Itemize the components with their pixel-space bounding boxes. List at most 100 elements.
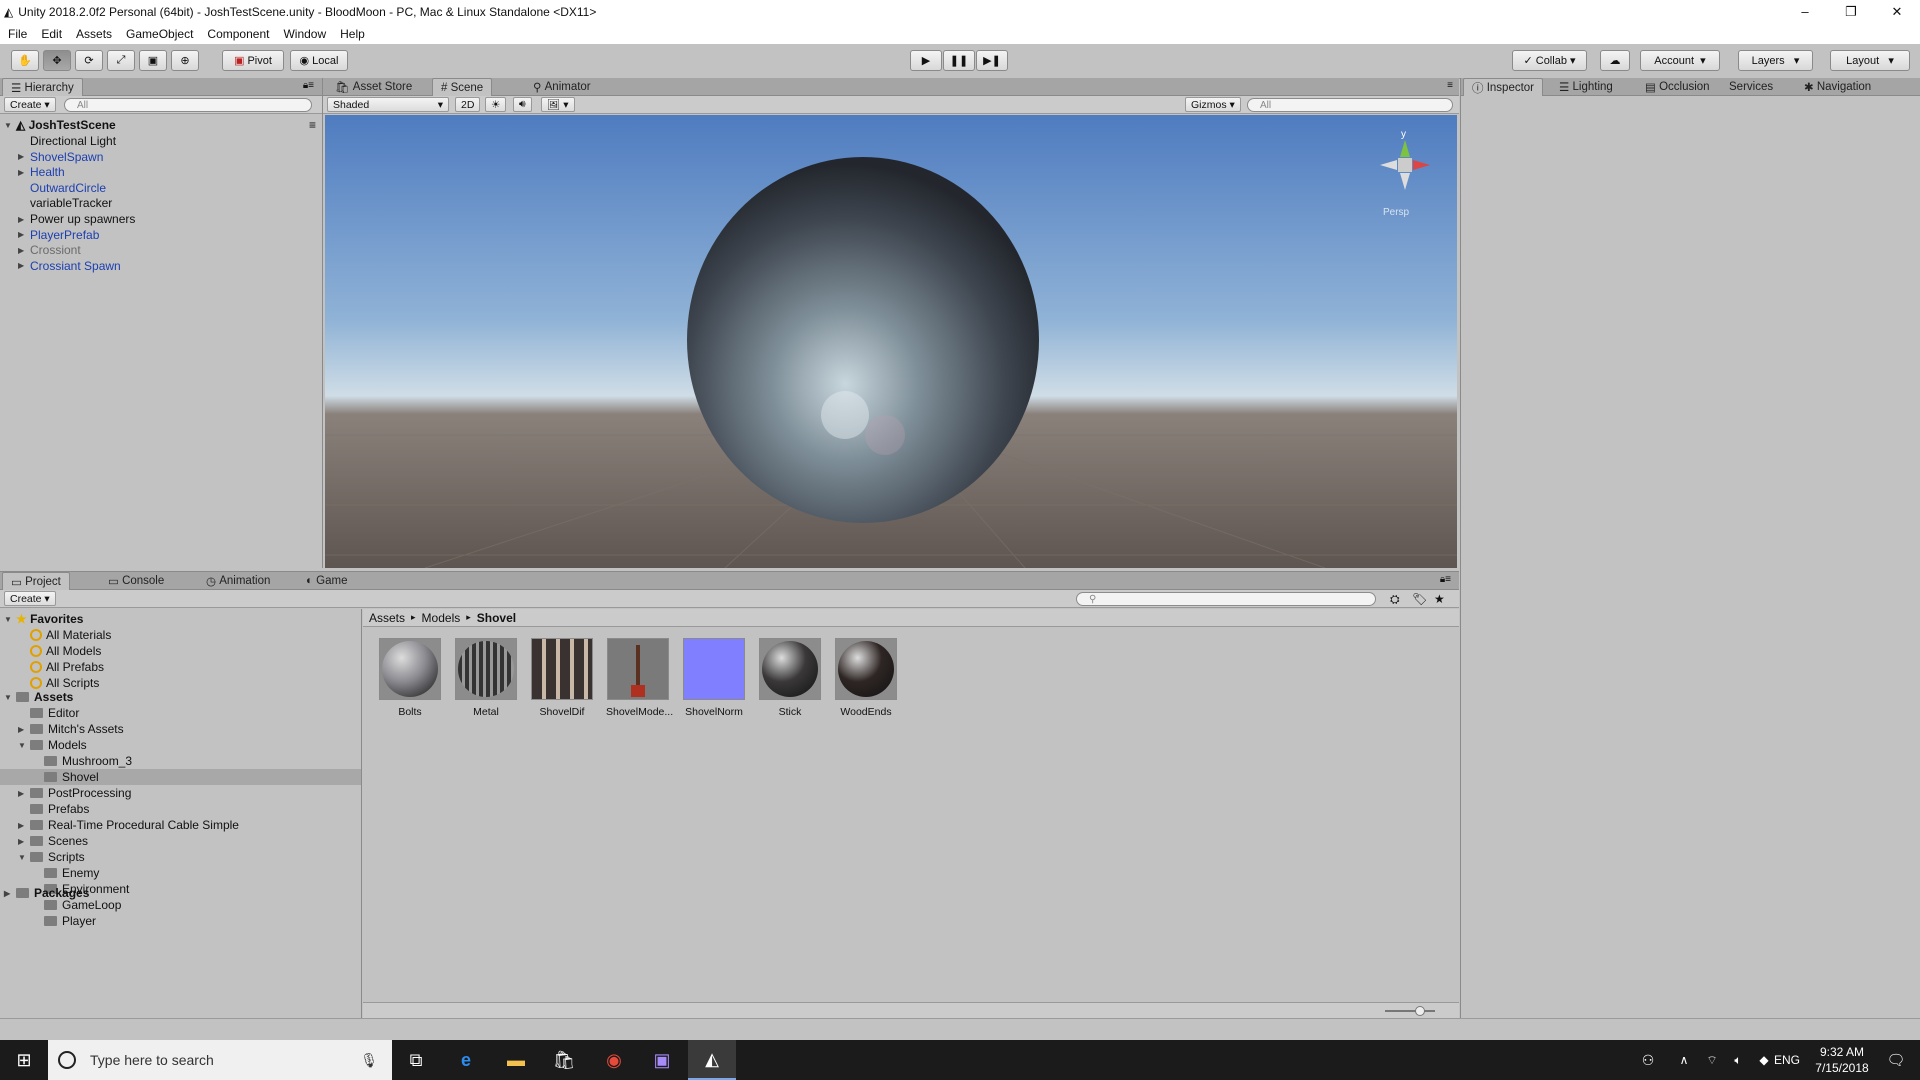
tab-lighting[interactable]: ☰ Lighting bbox=[1551, 78, 1621, 96]
scene-root-row[interactable]: ▼ ◭ JoshTestScene ≡ bbox=[0, 117, 322, 133]
expand-arrow-icon[interactable]: ▶ bbox=[18, 215, 30, 224]
tab-occlusion[interactable]: ▤ Occlusion bbox=[1637, 78, 1718, 96]
task-view-icon[interactable]: ⧉ bbox=[392, 1040, 440, 1080]
project-tree-item[interactable]: ▼ Models bbox=[0, 737, 361, 753]
hierarchy-item[interactable]: OutwardCircle bbox=[0, 180, 322, 196]
project-tree-item[interactable]: ▶ Scenes bbox=[0, 833, 361, 849]
menu-edit[interactable]: Edit bbox=[41, 27, 62, 41]
filter-label-icon[interactable]: 🏷︎ bbox=[1412, 592, 1427, 606]
project-tree-item[interactable]: ▼ Scripts bbox=[0, 849, 361, 865]
expand-arrow-icon[interactable]: ▶ bbox=[18, 725, 30, 734]
hierarchy-search-input[interactable]: All bbox=[64, 98, 312, 112]
local-button[interactable]: ◉ Local bbox=[290, 50, 348, 71]
edge-icon[interactable]: e bbox=[442, 1040, 490, 1080]
project-tree-item[interactable]: Enemy bbox=[0, 865, 361, 881]
gizmos-dropdown[interactable]: Gizmos ▾ bbox=[1185, 97, 1241, 112]
asset-item[interactable]: Stick bbox=[758, 638, 822, 718]
audio-toggle-icon[interactable]: 🔊︎ bbox=[513, 97, 532, 112]
scene-menu-icon[interactable]: ≡ bbox=[1447, 80, 1453, 91]
persp-label[interactable]: Persp bbox=[1383, 207, 1410, 218]
transform-tool-icon[interactable]: ⊕ bbox=[171, 50, 199, 71]
expand-arrow-icon[interactable]: ▼ bbox=[18, 853, 30, 862]
pivot-button[interactable]: ▣ Pivot bbox=[222, 50, 284, 71]
project-lock-icon[interactable]: 🔒︎≡ bbox=[1440, 574, 1451, 585]
tab-console[interactable]: ▭ Console bbox=[100, 572, 172, 590]
favorites-item[interactable]: All Models bbox=[0, 643, 361, 659]
project-search-input[interactable]: ⚲ bbox=[1076, 592, 1376, 606]
asset-item[interactable]: ShovelDif bbox=[530, 638, 594, 718]
restore-button[interactable]: ❐ bbox=[1828, 0, 1874, 23]
hierarchy-item[interactable]: ▶ Power up spawners bbox=[0, 211, 322, 227]
project-tree-item[interactable]: ▶ PostProcessing bbox=[0, 785, 361, 801]
lock-icon[interactable]: 🔒︎≡ bbox=[303, 80, 314, 91]
tab-animator[interactable]: ⚲ Animator bbox=[525, 78, 599, 96]
expand-arrow-icon[interactable]: ▶ bbox=[18, 230, 30, 239]
step-button[interactable]: ▶❚ bbox=[976, 50, 1008, 71]
asset-item[interactable]: WoodEnds bbox=[834, 638, 898, 718]
effects-dropdown-icon[interactable]: 🖼︎ ▾ bbox=[541, 97, 575, 112]
project-create-button[interactable]: Create ▾ bbox=[4, 591, 56, 606]
pause-button[interactable]: ❚❚ bbox=[943, 50, 975, 71]
asset-item[interactable]: Metal bbox=[454, 638, 518, 718]
expand-arrow-icon[interactable]: ▶ bbox=[18, 821, 30, 830]
hierarchy-item[interactable]: ▶ PlayerPrefab bbox=[0, 227, 322, 243]
breadcrumb-assets[interactable]: Assets bbox=[369, 611, 405, 625]
layers-dropdown[interactable]: Layers ▾ bbox=[1738, 50, 1813, 71]
menu-file[interactable]: File bbox=[8, 27, 27, 41]
chrome-icon[interactable]: ◉ bbox=[590, 1040, 638, 1080]
favorite-star-icon[interactable]: ★ bbox=[1434, 592, 1445, 606]
clock[interactable]: 9:32 AM 7/15/2018 bbox=[1806, 1044, 1878, 1076]
tab-animation[interactable]: ◷ Animation bbox=[198, 572, 278, 590]
tab-project[interactable]: ▭ Project bbox=[2, 572, 70, 590]
play-button[interactable]: ▶ bbox=[910, 50, 942, 71]
store-icon[interactable]: 🛍︎ bbox=[540, 1040, 588, 1080]
project-tree-item[interactable]: Shovel bbox=[0, 769, 361, 785]
scale-tool-icon[interactable]: ⤢ bbox=[107, 50, 135, 71]
packages-header[interactable]: ▶ Packages bbox=[0, 885, 361, 901]
expand-arrow-icon[interactable]: ▼ bbox=[18, 741, 30, 750]
move-tool-icon[interactable]: ✥ bbox=[43, 50, 71, 71]
expand-arrow-icon[interactable]: ▶ bbox=[18, 789, 30, 798]
tab-game[interactable]: ◐ Game bbox=[298, 572, 355, 590]
project-tree-item[interactable]: Prefabs bbox=[0, 801, 361, 817]
lighting-toggle-icon[interactable]: ☀ bbox=[485, 97, 507, 112]
breadcrumb-models[interactable]: Models bbox=[422, 611, 461, 625]
collab-button[interactable]: ✓ Collab ▾ bbox=[1512, 50, 1587, 71]
hierarchy-create-button[interactable]: Create ▾ bbox=[4, 97, 56, 112]
account-dropdown[interactable]: Account ▾ bbox=[1640, 50, 1720, 71]
rect-tool-icon[interactable]: ▣ bbox=[139, 50, 167, 71]
close-button[interactable]: ✕ bbox=[1874, 0, 1920, 23]
breadcrumb-shovel[interactable]: Shovel bbox=[477, 611, 516, 625]
microphone-icon[interactable]: 🎙︎ bbox=[360, 1052, 378, 1069]
project-tree-item[interactable]: Player bbox=[0, 913, 361, 929]
favorites-header[interactable]: ▼ ★ Favorites bbox=[0, 611, 361, 627]
menu-window[interactable]: Window bbox=[283, 27, 326, 41]
layout-dropdown[interactable]: Layout ▾ bbox=[1830, 50, 1910, 71]
project-tree-item[interactable]: ▶ Mitch's Assets bbox=[0, 721, 361, 737]
hierarchy-item[interactable]: variableTracker bbox=[0, 195, 322, 211]
cloud-icon[interactable]: ☁ bbox=[1600, 50, 1630, 71]
unity-taskbar-icon[interactable]: ◭ bbox=[688, 1040, 736, 1080]
asset-item[interactable]: ShovelMode... bbox=[606, 638, 673, 718]
hierarchy-item[interactable]: ▶ ShovelSpawn bbox=[0, 149, 322, 165]
expand-arrow-icon[interactable]: ▶ bbox=[18, 168, 30, 177]
filter-type-icon[interactable]: ⛭ bbox=[1390, 592, 1400, 607]
language-indicator[interactable]: ENG bbox=[1774, 1053, 1800, 1067]
hand-tool-icon[interactable]: ✋ bbox=[11, 50, 39, 71]
expand-arrow-icon[interactable]: ▶ bbox=[18, 837, 30, 846]
menu-gameobject[interactable]: GameObject bbox=[126, 27, 193, 41]
project-tree-item[interactable]: ▶ Real-Time Procedural Cable Simple bbox=[0, 817, 361, 833]
scene-viewport[interactable]: y Persp bbox=[325, 115, 1457, 568]
shading-dropdown[interactable]: Shaded ▾ bbox=[327, 97, 449, 112]
icon-size-slider-thumb[interactable] bbox=[1415, 1006, 1425, 1016]
favorites-item[interactable]: All Materials bbox=[0, 627, 361, 643]
menu-component[interactable]: Component bbox=[207, 27, 269, 41]
rotate-tool-icon[interactable]: ⟳ bbox=[75, 50, 103, 71]
favorites-item[interactable]: All Prefabs bbox=[0, 659, 361, 675]
tab-scene[interactable]: # Scene bbox=[432, 78, 493, 96]
2d-toggle[interactable]: 2D bbox=[455, 97, 481, 112]
asset-item[interactable]: Bolts bbox=[378, 638, 442, 718]
windows-start-icon[interactable]: ⊞ bbox=[0, 1040, 48, 1080]
hierarchy-item[interactable]: Directional Light bbox=[0, 133, 322, 149]
notifications-icon[interactable]: 🗨︎ bbox=[1872, 1040, 1920, 1080]
